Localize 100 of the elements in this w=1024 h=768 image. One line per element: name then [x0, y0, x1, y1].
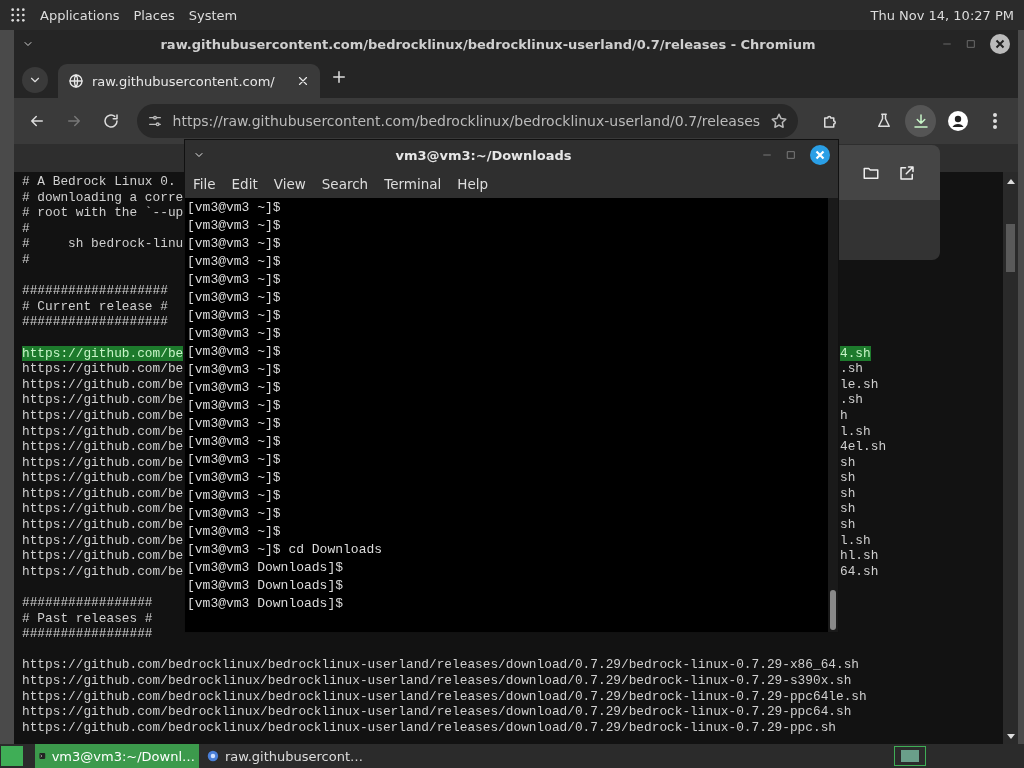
- close-icon[interactable]: [810, 145, 830, 165]
- taskbar-button[interactable]: raw.githubusercont…: [203, 744, 367, 768]
- terminal-line: [vm3@vm3 ~]$: [187, 307, 281, 325]
- url-text: https://github.com/be: [22, 470, 184, 486]
- terminal-line: [vm3@vm3 ~]$: [187, 199, 281, 217]
- page-text-line: # downloading a corre: [22, 189, 184, 206]
- terminal-line: [vm3@vm3 ~]$: [187, 343, 281, 361]
- url-text: https://github.com/be: [22, 407, 184, 424]
- menu-item[interactable]: File: [193, 176, 216, 192]
- tune-icon[interactable]: [146, 113, 163, 129]
- page-text-line: ###################: [22, 283, 168, 299]
- url-text: hl.sh: [840, 548, 879, 564]
- flask-icon: [875, 112, 893, 130]
- terminal-line: [vm3@vm3 ~]$: [187, 325, 281, 343]
- url-text: sh: [840, 454, 856, 471]
- page-text-line: # Current release #: [22, 298, 168, 315]
- url-text: https://github.com/be: [22, 485, 184, 502]
- url-text: https://github.com/be: [22, 345, 184, 362]
- page-text-line: #################: [22, 626, 153, 642]
- scrollbar-thumb[interactable]: [830, 590, 836, 630]
- panel-menu[interactable]: System: [188, 7, 238, 23]
- terminal-line: [vm3@vm3 ~]$: [187, 505, 281, 523]
- url-text: 64.sh: [840, 563, 879, 580]
- page-text-line: #################: [22, 595, 153, 611]
- url-text: l.sh: [840, 532, 871, 549]
- close-icon[interactable]: [990, 34, 1010, 54]
- menu-dots-icon: [992, 113, 997, 129]
- scrollbar-thumb[interactable]: [1006, 224, 1015, 272]
- terminal-line: [vm3@vm3 ~]$: [187, 289, 281, 307]
- url-text: https://github.com/bedrocklinux/bedrocklinux-userland/releases/download/0.7.29/bedrock-linux-0.7.29-x86_64.sh: [22, 657, 860, 673]
- window-title: vm3@vm3:~/Downloads: [394, 147, 573, 163]
- url-text: https://github.com/be: [22, 563, 184, 580]
- url-text: .sh: [840, 361, 864, 377]
- menu-item[interactable]: Terminal: [384, 176, 442, 192]
- clock[interactable]: Thu Nov 14, 10:27 PM: [870, 7, 1014, 23]
- terminal-line: [vm3@vm3 Downloads]$: [187, 559, 344, 577]
- url-text: https://github.com/be: [22, 423, 184, 440]
- globe-icon: [68, 73, 84, 89]
- terminal-line: [vm3@vm3 ~]$: [187, 361, 281, 379]
- panel-menu[interactable]: Applications: [40, 7, 120, 23]
- workspace-switcher[interactable]: [894, 746, 926, 766]
- url-text: h: [840, 407, 848, 424]
- url-text: https://github.com/be: [22, 392, 184, 408]
- panel-menu[interactable]: Places: [133, 7, 175, 23]
- menu-item[interactable]: Help: [457, 176, 489, 192]
- url-text: .sh: [840, 392, 864, 408]
- browser-icon: [207, 748, 219, 764]
- menu-item[interactable]: Edit: [231, 176, 258, 192]
- scrollbar[interactable]: [828, 198, 838, 632]
- page-text-line: #: [22, 220, 30, 237]
- new-tab-icon[interactable]: [330, 68, 348, 86]
- reload-icon: [102, 112, 121, 130]
- url-text: https://github.com/be: [22, 361, 184, 377]
- url-text: l.sh: [840, 423, 871, 440]
- terminal-line: [vm3@vm3 ~]$: [187, 469, 281, 487]
- url-text: sh: [840, 485, 856, 502]
- url-text: 4el.sh: [840, 439, 887, 455]
- person-icon: [947, 111, 968, 131]
- terminal-line: [vm3@vm3 ~]$: [187, 433, 281, 451]
- url-text: https://github.com/be: [22, 532, 184, 549]
- url-text: https://github.com/be: [22, 501, 184, 518]
- url-text: sh: [840, 501, 856, 518]
- scroll-down-icon[interactable]: [1006, 734, 1015, 740]
- menu-item[interactable]: Search: [321, 176, 369, 192]
- terminal-line: [vm3@vm3 ~]$: [187, 523, 281, 541]
- star-icon[interactable]: [770, 112, 789, 130]
- maximize-icon[interactable]: [786, 150, 796, 160]
- address-bar[interactable]: https://raw.githubusercontent.com/bedrocklinux/bedrocklinux-userland/0.7/releases: [136, 104, 799, 138]
- url-text: https://github.com/bedrocklinux/bedrocklinux-userland/releases/download/0.7.29/bedrock-linux-0.7.29-s390x.sh: [22, 673, 852, 689]
- maximize-icon[interactable]: [966, 39, 976, 49]
- taskbar-button[interactable]: vm3@vm3:~/Downl…: [35, 744, 199, 768]
- url-text: sh: [840, 517, 856, 533]
- terminal-line: [vm3@vm3 ~]$: [187, 379, 281, 397]
- open-external-icon[interactable]: [898, 163, 916, 182]
- tab-search-button[interactable]: [22, 67, 48, 93]
- url-text: https://github.com/bedrocklinux/bedrocklinux-userland/releases/download/0.7.29/bedrock-linux-0.7.29-ppc.sh: [22, 719, 836, 736]
- url-text: https://github.com/bedrocklinux/bedrocklinux-userland/releases/download/0.7.29/bedrock-linux-0.7.29-ppc64le.sh: [22, 688, 867, 705]
- menu-item[interactable]: View: [273, 176, 306, 192]
- scrollbar[interactable]: [1003, 172, 1018, 744]
- page-text-line: # sh bedrock-linu: [22, 236, 184, 252]
- url-text: sh: [840, 470, 856, 486]
- terminal-line: [vm3@vm3 ~]$: [187, 253, 281, 271]
- url-text: le.sh: [840, 376, 879, 393]
- download-icon: [911, 112, 930, 130]
- url-text: https://github.com/be: [22, 439, 184, 455]
- close-icon[interactable]: [296, 74, 310, 88]
- terminal-line: [vm3@vm3 Downloads]$: [187, 577, 344, 595]
- browser-tab[interactable]: raw.githubusercontent.com/: [58, 64, 320, 98]
- terminal-line: [vm3@vm3 Downloads]$: [187, 595, 344, 613]
- url-text: https://github.com/be: [22, 376, 184, 393]
- url-text: https://github.com/be: [22, 517, 184, 533]
- terminal-line: [vm3@vm3 ~]$: [187, 451, 281, 469]
- window-title: raw.githubusercontent.com/bedrocklinux/bedrocklinux-userland/0.7/releases - Chromium: [159, 36, 817, 52]
- page-text-line: # Past releases #: [22, 610, 153, 627]
- url-text: https://github.com/bedrocklinux/bedrocklinux-userland/releases/download/0.7.29/bedrock-linux-0.7.29-ppc64.sh: [22, 704, 852, 720]
- scroll-up-icon[interactable]: [1006, 178, 1015, 184]
- app-grid-icon[interactable]: [10, 7, 26, 23]
- page-text-line: ###################: [22, 314, 168, 330]
- download-button[interactable]: [905, 105, 937, 137]
- terminal-line: [vm3@vm3 ~]$: [187, 397, 281, 415]
